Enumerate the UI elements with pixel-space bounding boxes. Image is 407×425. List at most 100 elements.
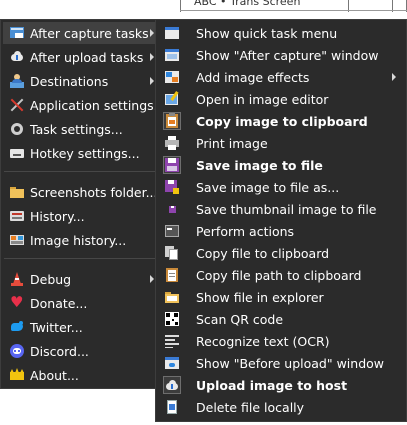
- submenu-item-label: Copy image to clipboard: [196, 113, 368, 129]
- submenu-item-open-in-image-editor[interactable]: Open in image editor: [158, 88, 404, 110]
- heart-icon: ♥: [10, 293, 24, 311]
- submenu-item-label: Save thumbnail image to file: [196, 201, 377, 217]
- submenu-item-label: Copy file to clipboard: [196, 245, 330, 261]
- submenu-item-label: Upload image to host: [196, 377, 348, 393]
- copy-file-icon: [164, 245, 180, 261]
- printer-icon: [164, 135, 180, 151]
- gear-icon: [9, 121, 25, 137]
- submenu-item-label: Print image: [196, 135, 268, 151]
- menu-item-label: About...: [30, 367, 79, 383]
- thumbnail-icon: [164, 201, 180, 217]
- background-window-text: ABC • Trans Screen: [194, 0, 301, 8]
- quick-task-menu-icon: [164, 25, 180, 41]
- submenu-arrow-icon: [392, 73, 396, 81]
- image-history-icon: [9, 232, 25, 248]
- tray-context-menu: After capture tasks After upload tasks D…: [0, 19, 168, 389]
- submenu-item-label: Save image to file as...: [196, 179, 340, 195]
- menu-item-hotkey-settings[interactable]: Hotkey settings...: [3, 142, 165, 164]
- image-effects-icon: [164, 69, 180, 85]
- menu-item-donate[interactable]: ♥ Donate...: [3, 292, 165, 314]
- window-icon: [164, 47, 180, 63]
- history-icon: [9, 208, 25, 224]
- before-upload-window-icon: [164, 355, 180, 371]
- submenu-item-label: Add image effects: [196, 69, 310, 85]
- submenu-arrow-icon: [150, 29, 154, 37]
- folder-icon: [9, 184, 25, 200]
- submenu-item-label: Open in image editor: [196, 91, 329, 107]
- menu-item-destinations[interactable]: Destinations: [3, 70, 165, 92]
- submenu-item-perform-actions[interactable]: Perform actions: [158, 220, 404, 242]
- image-editor-icon: [164, 91, 180, 107]
- menu-item-about[interactable]: About...: [3, 364, 165, 386]
- submenu-item-show-quick-task-menu[interactable]: Show quick task menu: [158, 22, 404, 44]
- menu-item-label: Image history...: [30, 232, 127, 248]
- submenu-item-copy-file-path-to-clipboard[interactable]: Copy file path to clipboard: [158, 264, 404, 286]
- menu-item-after-capture-tasks[interactable]: After capture tasks: [3, 22, 165, 44]
- explorer-folder-icon: [164, 289, 180, 305]
- menu-item-debug[interactable]: Debug: [3, 268, 165, 290]
- discord-icon: [9, 343, 25, 359]
- keyboard-icon: [9, 145, 25, 161]
- menu-separator: [4, 258, 164, 259]
- menu-item-label: Hotkey settings...: [30, 145, 140, 161]
- submenu-item-label: Delete file locally: [196, 399, 305, 415]
- cloud-upload-icon: [163, 376, 181, 394]
- menu-separator: [4, 171, 164, 172]
- submenu-item-label: Scan QR code: [196, 311, 284, 327]
- submenu-item-label: Show quick task menu: [196, 25, 338, 41]
- submenu-item-show-before-upload-window[interactable]: Show "Before upload" window: [158, 352, 404, 374]
- menu-item-twitter[interactable]: Twitter...: [3, 316, 165, 338]
- menu-item-history[interactable]: History...: [3, 205, 165, 227]
- submenu-item-label: Copy file path to clipboard: [196, 267, 362, 283]
- submenu-item-label: Save image to file: [196, 157, 323, 173]
- after-capture-tasks-submenu: Show quick task menu Show "After capture…: [155, 19, 407, 422]
- destinations-icon: [9, 73, 25, 89]
- submenu-item-label: Recognize text (OCR): [196, 333, 330, 349]
- twitter-bird-icon: [9, 319, 25, 335]
- menu-item-label: Task settings...: [30, 121, 123, 137]
- submenu-item-scan-qr-code[interactable]: Scan QR code: [158, 308, 404, 330]
- menu-item-label: Screenshots folder...: [30, 184, 158, 200]
- menu-item-label: Debug: [30, 271, 72, 287]
- menu-item-label: Application settings...: [30, 97, 166, 113]
- menu-item-screenshots-folder[interactable]: Screenshots folder...: [3, 181, 165, 203]
- submenu-item-copy-file-to-clipboard[interactable]: Copy file to clipboard: [158, 242, 404, 264]
- floppy-disk-as-icon: [164, 179, 180, 195]
- crown-icon: [9, 367, 25, 383]
- submenu-item-label: Show "Before upload" window: [196, 355, 385, 371]
- menu-item-label: Donate...: [30, 295, 88, 311]
- submenu-item-label: Show "After capture" window: [196, 47, 379, 63]
- submenu-item-upload-image-to-host[interactable]: Upload image to host: [158, 374, 404, 396]
- submenu-item-copy-image-to-clipboard[interactable]: Copy image to clipboard: [158, 110, 404, 132]
- menu-item-application-settings[interactable]: Application settings...: [3, 94, 166, 116]
- submenu-item-label: Perform actions: [196, 223, 295, 239]
- menu-item-label: After capture tasks: [30, 25, 149, 41]
- submenu-item-add-image-effects[interactable]: Add image effects: [158, 66, 404, 88]
- after-capture-icon: [9, 25, 25, 41]
- menu-item-image-history[interactable]: Image history...: [3, 229, 165, 251]
- submenu-arrow-icon: [150, 275, 154, 283]
- submenu-item-recognize-text-ocr[interactable]: Recognize text (OCR): [158, 330, 404, 352]
- submenu-item-save-image-to-file-as[interactable]: Save image to file as...: [158, 176, 404, 198]
- wrench-icon: [9, 97, 25, 113]
- submenu-item-save-thumbnail-image-to-file[interactable]: Save thumbnail image to file: [158, 198, 404, 220]
- traffic-cone-icon: [9, 271, 25, 287]
- menu-item-label: Destinations: [30, 73, 109, 89]
- clipboard-path-icon: [164, 267, 180, 283]
- menu-item-task-settings[interactable]: Task settings...: [3, 118, 165, 140]
- submenu-item-label: Show file in explorer: [196, 289, 324, 305]
- menu-item-label: After upload tasks: [30, 49, 144, 65]
- menu-item-after-upload-tasks[interactable]: After upload tasks: [3, 46, 165, 68]
- submenu-item-delete-file-locally[interactable]: Delete file locally: [158, 396, 404, 418]
- submenu-item-save-image-to-file[interactable]: Save image to file: [158, 154, 404, 176]
- qr-code-icon: [164, 311, 180, 327]
- background-window: ABC • Trans Screen: [180, 0, 407, 13]
- floppy-disk-icon: [163, 156, 181, 174]
- terminal-icon: [164, 223, 180, 239]
- menu-item-label: Discord...: [30, 343, 89, 359]
- menu-item-discord[interactable]: Discord...: [3, 340, 165, 362]
- submenu-item-print-image[interactable]: Print image: [158, 132, 404, 154]
- submenu-item-show-file-in-explorer[interactable]: Show file in explorer: [158, 286, 404, 308]
- clipboard-image-icon: [163, 112, 181, 130]
- submenu-item-show-after-capture-window[interactable]: Show "After capture" window: [158, 44, 404, 66]
